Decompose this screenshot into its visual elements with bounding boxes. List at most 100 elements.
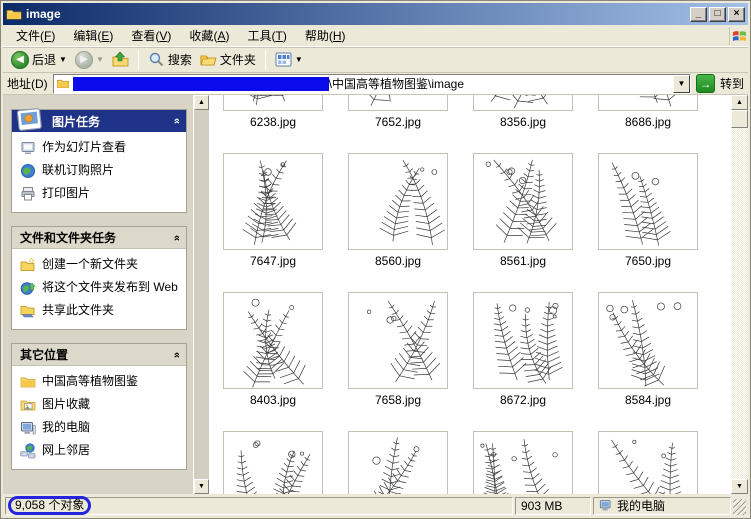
folder-icon (56, 79, 69, 88)
task-item-label: 打印图片 (42, 186, 91, 200)
thumbnail-image[interactable] (348, 292, 448, 389)
thumbnail-item[interactable]: 8560.jpg (348, 153, 448, 292)
task-item[interactable]: 我的电脑 (20, 420, 182, 436)
collapse-chevron-icon[interactable]: » (171, 351, 183, 357)
scrollbar-track[interactable] (194, 110, 209, 479)
search-button[interactable]: 搜索 (146, 50, 194, 69)
task-item[interactable]: 网上邻居 (20, 443, 182, 459)
thumbnail-image[interactable] (348, 431, 448, 494)
thumbnail-filename: 8561.jpg (499, 254, 547, 268)
task-item[interactable]: 打印图片 (20, 186, 182, 202)
scroll-up-icon[interactable]: ▲ (194, 95, 209, 110)
menu-item-t[interactable]: 工具(T) (238, 24, 295, 47)
thumbnail-image[interactable] (223, 95, 323, 111)
thumbnail-image[interactable] (348, 153, 448, 250)
task-panel-title: 图片任务 (52, 114, 101, 129)
maximize-button[interactable]: □ (709, 6, 726, 22)
thumbnail-item[interactable] (473, 431, 573, 494)
task-item[interactable]: 共享此文件夹 (20, 303, 182, 319)
resize-grip[interactable] (733, 499, 746, 515)
address-dropdown-button[interactable]: ▼ (672, 74, 690, 93)
task-panel-header[interactable]: 其它位置 » (12, 344, 186, 366)
folders-button[interactable]: 文件夹 (198, 50, 258, 69)
thumbnail-image[interactable] (598, 431, 698, 494)
task-item[interactable]: 图片收藏 (20, 397, 182, 413)
back-button[interactable]: ◀ 后退 ▼ (9, 50, 69, 70)
collapse-chevron-icon[interactable]: » (171, 234, 183, 240)
thumbnail-item[interactable]: 6238.jpg (223, 95, 323, 153)
menu-item-text: 工具 (247, 29, 272, 43)
thumbnail-image[interactable] (473, 431, 573, 494)
share-folder-icon (20, 303, 36, 319)
up-button[interactable] (110, 50, 131, 69)
thumbnail-item[interactable]: 7652.jpg (348, 95, 448, 153)
thumbnail-item[interactable]: 7650.jpg (598, 153, 698, 292)
thumbnail-item[interactable]: 8584.jpg (598, 292, 698, 431)
thumbnail-image[interactable] (598, 292, 698, 389)
collapse-chevron-icon[interactable]: » (171, 118, 183, 124)
back-icon: ◀ (11, 50, 29, 69)
thumbnail-item[interactable]: 7647.jpg (223, 153, 323, 292)
thumbnail-item[interactable]: 8672.jpg (473, 292, 573, 431)
thumbnail-item[interactable]: 8561.jpg (473, 153, 573, 292)
folders-icon (200, 55, 217, 66)
minimize-button[interactable]: _ (690, 6, 707, 22)
thumbnail-item[interactable]: 8403.jpg (223, 292, 323, 431)
thumbnail-item[interactable]: 8686.jpg (598, 95, 698, 153)
scrollbar-track[interactable] (731, 128, 748, 479)
task-item[interactable]: 将这个文件夹发布到 Web (20, 280, 182, 296)
windows-logo-icon (729, 27, 747, 45)
thumbnail-filename: 8584.jpg (624, 393, 672, 407)
content-scrollbar[interactable]: ▲ ▼ (731, 95, 748, 494)
task-item-label: 共享此文件夹 (42, 303, 115, 317)
thumbnail-image[interactable] (223, 431, 323, 494)
task-item-label: 创建一个新文件夹 (42, 257, 139, 271)
thumbnail-image[interactable] (598, 95, 698, 111)
thumbnail-image[interactable] (473, 292, 573, 389)
thumbnail-image[interactable] (598, 153, 698, 250)
forward-icon: ▶ (74, 50, 93, 69)
thumbnail-image[interactable] (473, 153, 573, 250)
toolbar-separator (264, 49, 266, 70)
location-text: 我的电脑 (617, 499, 666, 513)
menu-item-e[interactable]: 编辑(E) (64, 24, 122, 47)
thumbnail-item[interactable]: 8356.jpg (473, 95, 573, 153)
menu-item-f[interactable]: 文件(F) (7, 24, 64, 47)
titlebar[interactable]: image _ □ × (3, 3, 748, 25)
views-dropdown-icon[interactable]: ▼ (295, 55, 303, 64)
go-button[interactable]: → (695, 74, 715, 93)
task-panel-header[interactable]: 文件和文件夹任务 » (12, 227, 186, 249)
thumbnail-image[interactable] (348, 95, 448, 111)
views-button[interactable]: ▼ (273, 50, 305, 69)
close-button[interactable]: × (728, 6, 745, 22)
scrollbar-thumb[interactable] (731, 110, 748, 128)
menu-access-key: F (44, 29, 52, 43)
menu-item-h[interactable]: 帮助(H) (296, 24, 355, 47)
address-input[interactable]: \中国高等植物图鉴\image ▼ (52, 73, 691, 94)
menu-item-a[interactable]: 收藏(A) (180, 24, 238, 47)
thumbnail-item[interactable] (348, 431, 448, 494)
task-item[interactable]: 中国高等植物图鉴 (20, 374, 182, 390)
task-panel-header[interactable]: 图片任务 » (12, 108, 186, 132)
thumbnail-filename: 8560.jpg (374, 254, 422, 268)
task-item[interactable]: 作为幻灯片查看 (20, 140, 182, 156)
thumbnail-image[interactable] (223, 153, 323, 250)
thumbnail-item[interactable] (223, 431, 323, 494)
scroll-up-icon[interactable]: ▲ (731, 95, 748, 110)
task-item[interactable]: 创建一个新文件夹 (20, 257, 182, 273)
task-item[interactable]: 联机订购照片 (20, 163, 182, 179)
thumbnail-item[interactable] (598, 431, 698, 494)
scroll-down-icon[interactable]: ▼ (731, 479, 748, 494)
thumbnail-image[interactable] (223, 292, 323, 389)
forward-button[interactable]: ▶ ▼ (73, 50, 106, 70)
menu-bar: 文件(F) 编辑(E) 查看(V) 收藏(A) 工具(T) 帮助(H) (3, 25, 748, 47)
menu-item-v[interactable]: 查看(V) (122, 24, 180, 47)
task-item-label: 作为幻灯片查看 (42, 140, 127, 154)
task-pane-scrollbar[interactable]: ▲ ▼ (193, 95, 209, 494)
menu-item-text: 收藏 (189, 29, 214, 43)
object-count-text: 9,058 个对象 (15, 498, 85, 512)
scroll-down-icon[interactable]: ▼ (194, 479, 209, 494)
thumbnail-image[interactable] (473, 95, 573, 111)
back-dropdown-icon[interactable]: ▼ (59, 55, 67, 64)
thumbnail-item[interactable]: 7658.jpg (348, 292, 448, 431)
